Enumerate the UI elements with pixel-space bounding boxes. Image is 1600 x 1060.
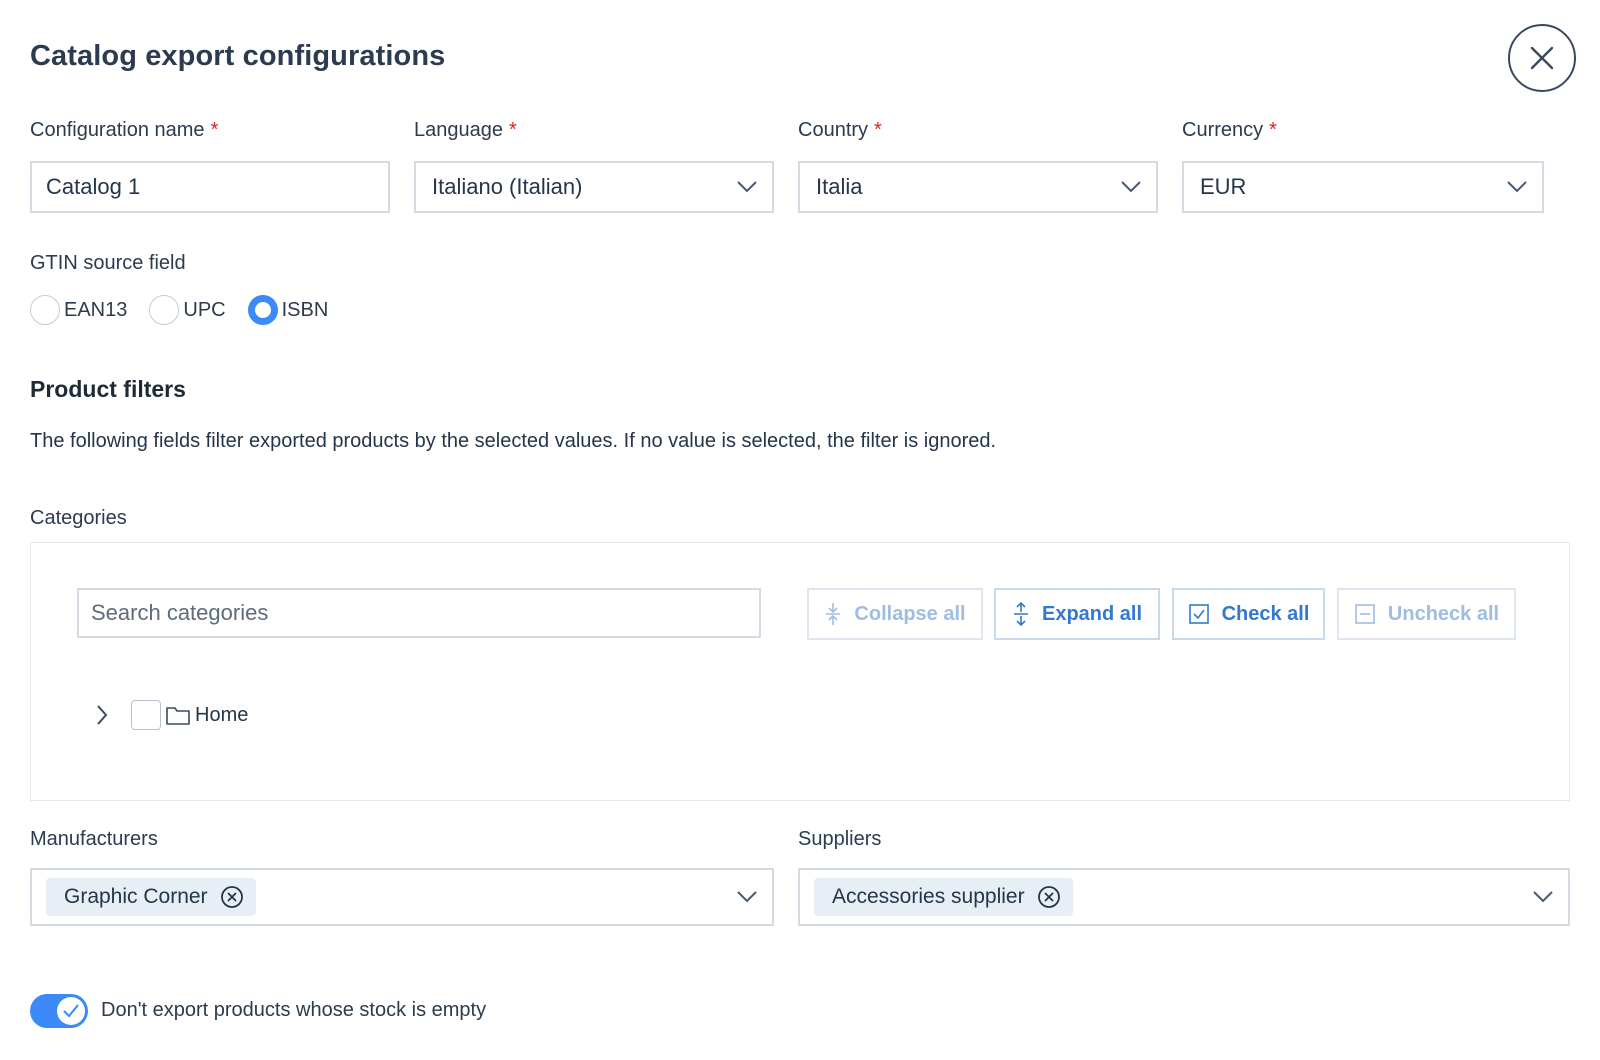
chevron-right-icon[interactable] [95, 704, 115, 726]
language-select[interactable]: Italiano (Italian) [414, 161, 774, 213]
config-name-input[interactable]: Catalog 1 [30, 161, 390, 213]
collapse-all-button[interactable]: Collapse all [807, 588, 983, 640]
chevron-down-icon [1532, 890, 1554, 904]
remove-circle-icon[interactable] [1037, 885, 1061, 909]
toggle-knob [57, 997, 85, 1025]
language-label: Language * [414, 119, 517, 141]
required-mark: * [508, 119, 517, 141]
selected-chip: Accessories supplier [814, 878, 1073, 916]
modal-title: Catalog export configurations [30, 40, 446, 72]
config-name-label: Configuration name * [30, 119, 219, 141]
tree-node-label: Home [195, 703, 249, 726]
category-search-input[interactable]: Search categories [77, 588, 761, 638]
gtin-radio-group: EAN13 UPC ISBN [30, 292, 350, 328]
uncheck-all-button[interactable]: Uncheck all [1337, 588, 1516, 640]
folder-icon [165, 704, 191, 726]
currency-select[interactable]: EUR [1182, 161, 1544, 213]
gtin-label: GTIN source field [30, 252, 186, 274]
categories-label: Categories [30, 507, 127, 529]
empty-stock-toggle-label: Don't export products whose stock is emp… [101, 999, 487, 1021]
categories-panel: Search categories Collapse all Expand al… [30, 542, 1570, 801]
chevron-down-icon [736, 180, 758, 194]
check-all-button[interactable]: Check all [1172, 588, 1325, 640]
radio-label-isbn: ISBN [281, 298, 329, 321]
product-filters-title: Product filters [30, 376, 186, 402]
selected-chip: Graphic Corner [46, 878, 256, 916]
country-select[interactable]: Italia [798, 161, 1158, 213]
manufacturers-label: Manufacturers [30, 828, 158, 850]
currency-label: Currency * [1182, 119, 1277, 141]
chevron-down-icon [1506, 180, 1528, 194]
radio-isbn[interactable] [247, 295, 278, 325]
radio-ean13[interactable] [30, 295, 60, 325]
close-icon [1530, 46, 1554, 70]
expand-all-button[interactable]: Expand all [994, 588, 1160, 640]
radio-label-upc: UPC [183, 298, 226, 321]
suppliers-multiselect[interactable]: Accessories supplier [798, 868, 1570, 926]
minus-square-icon [1355, 604, 1375, 624]
tree-node-home: Home [95, 698, 248, 732]
export-config-modal: Catalog export configurations Configurat… [0, 0, 1600, 1060]
required-mark: * [1269, 119, 1277, 141]
product-filters-description: The following fields filter exported pro… [30, 430, 997, 452]
radio-label-ean13: EAN13 [64, 298, 128, 321]
expand-icon [1013, 602, 1028, 626]
suppliers-label: Suppliers [798, 828, 882, 850]
manufacturers-multiselect[interactable]: Graphic Corner [30, 868, 774, 926]
check-icon [63, 1004, 79, 1018]
chevron-down-icon [1120, 180, 1142, 194]
collapse-icon [826, 603, 841, 625]
required-mark: * [874, 119, 882, 141]
radio-upc[interactable] [149, 295, 180, 325]
required-mark: * [210, 119, 219, 141]
chevron-down-icon [736, 890, 758, 904]
check-square-icon [1188, 604, 1209, 624]
close-button[interactable] [1508, 24, 1576, 92]
tree-node-checkbox[interactable] [131, 700, 161, 730]
country-label: Country * [798, 119, 882, 141]
remove-circle-icon[interactable] [220, 885, 244, 909]
empty-stock-toggle[interactable] [30, 994, 88, 1028]
